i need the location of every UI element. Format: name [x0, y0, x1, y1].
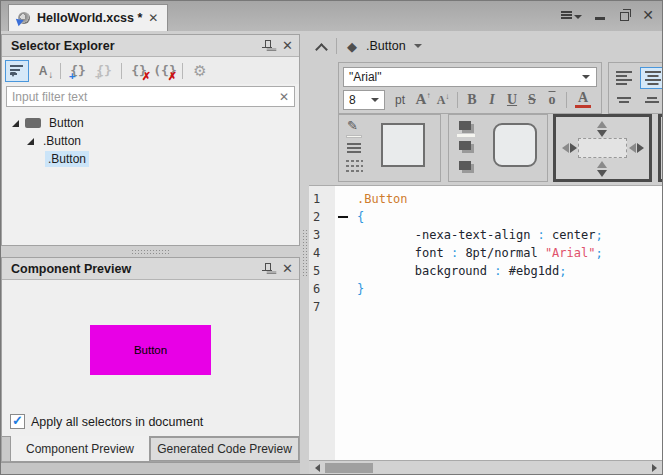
- horizontal-splitter[interactable]: [1, 246, 300, 257]
- increase-font-button[interactable]: A↑: [413, 91, 433, 108]
- overline-button[interactable]: o: [542, 92, 562, 108]
- document-tab[interactable]: HelloWorld.xcss * ✕: [8, 4, 168, 31]
- bold-button[interactable]: B: [462, 92, 482, 108]
- component-preview-header: Component Preview ✕: [2, 258, 299, 280]
- tab-close-icon[interactable]: ✕: [148, 12, 158, 24]
- selector-explorer-toolbar: A↓ {}+ {}+ {}✗ ({}✗ ⚙: [2, 57, 299, 84]
- style-builder-header: ◆ .Button: [309, 34, 662, 58]
- unit-label: pt: [395, 93, 405, 107]
- filter-placeholder: Input filter text: [12, 90, 279, 104]
- strikethrough-button[interactable]: S: [522, 92, 542, 108]
- component-preview-title: Component Preview: [11, 262, 261, 276]
- tab-list-menu-icon[interactable]: [561, 11, 582, 19]
- background-style-group: [448, 114, 548, 182]
- dropdown-caret-icon: [582, 75, 590, 79]
- content-rect: [578, 138, 627, 158]
- bottom-strip: [1, 462, 300, 474]
- fold-collapse-icon[interactable]: [337, 215, 349, 219]
- preview-button[interactable]: Button: [90, 325, 211, 375]
- breadcrumb-dropdown-icon[interactable]: [414, 44, 422, 48]
- code-text[interactable]: .Button { -nexa-text-align : center; fon…: [353, 186, 662, 460]
- margin-padding-group[interactable]: [553, 114, 652, 182]
- dropdown-caret-icon: [371, 98, 379, 102]
- corner-radius-preview-box[interactable]: [493, 123, 537, 167]
- border-preview-box[interactable]: [381, 123, 425, 167]
- settings-gear-icon[interactable]: ⚙: [188, 60, 212, 82]
- panel-close-icon[interactable]: ✕: [282, 39, 293, 52]
- preview-tab-bar: Component Preview Generated Code Preview: [2, 436, 299, 461]
- selector-explorer-title: Selector Explorer: [11, 39, 261, 53]
- size-group[interactable]: [658, 114, 662, 182]
- valign-middle-button[interactable]: [640, 90, 662, 112]
- tab-component-preview[interactable]: Component Preview: [10, 436, 150, 462]
- font-group: "Arial" 8 pt A↑ A↓ B I U: [338, 62, 602, 114]
- align-left-button[interactable]: [612, 67, 638, 89]
- add-child-selector-button[interactable]: {}+: [92, 60, 116, 82]
- horizontal-scrollbar[interactable]: [309, 460, 662, 474]
- component-preview-panel: Component Preview ✕ Button ✓ Apply all s…: [1, 257, 300, 462]
- dashed-style-icon[interactable]: [346, 160, 363, 172]
- valign-top-button[interactable]: [612, 90, 638, 112]
- style-ribbon: "Arial" 8 pt A↑ A↓ B I U: [309, 58, 662, 185]
- delete-all-selectors-button[interactable]: ({}✗: [153, 60, 177, 82]
- text-style-group: ✎: [338, 114, 441, 182]
- expander-icon[interactable]: [27, 138, 34, 145]
- align-center-button[interactable]: [640, 67, 662, 89]
- app-window: HelloWorld.xcss * ✕ ✕ Selector Explorer …: [0, 0, 663, 475]
- close-icon[interactable]: ✕: [642, 9, 654, 21]
- panel-close-icon[interactable]: ✕: [282, 262, 293, 275]
- selector-tree: Button .Button .Button: [2, 110, 299, 245]
- italic-button[interactable]: I: [482, 92, 502, 108]
- checkmark-icon: ✓: [12, 414, 23, 427]
- pin-icon[interactable]: [261, 39, 274, 53]
- scrollbar-thumb[interactable]: [325, 463, 373, 473]
- component-icon: [25, 118, 41, 128]
- layer-zoom-icon[interactable]: [459, 141, 471, 150]
- xcss-file-icon: [15, 11, 31, 25]
- tree-node-dot-button[interactable]: .Button: [2, 132, 299, 150]
- selector-diamond-icon: ◆: [347, 39, 357, 54]
- font-size-combobox[interactable]: 8: [343, 90, 385, 110]
- restore-icon[interactable]: [618, 9, 629, 21]
- pin-icon[interactable]: [261, 262, 274, 276]
- tree-node-button[interactable]: Button: [2, 114, 299, 132]
- pencil-icon[interactable]: ✎: [347, 118, 358, 133]
- add-selector-button[interactable]: {}+: [66, 60, 90, 82]
- layer-icon[interactable]: [459, 161, 471, 170]
- selector-breadcrumb[interactable]: .Button: [366, 39, 406, 53]
- underline-button[interactable]: U: [502, 92, 522, 108]
- font-color-button[interactable]: A: [575, 91, 591, 109]
- code-editor[interactable]: 1 2 3 4 5 6 7 .Button { -nexa-text-align…: [309, 185, 662, 460]
- expander-icon[interactable]: [12, 120, 19, 127]
- tab-generated-code-preview[interactable]: Generated Code Preview: [150, 437, 299, 461]
- decrease-font-button[interactable]: A↓: [433, 92, 453, 108]
- fold-margin[interactable]: [335, 186, 353, 460]
- component-preview-canvas: Button ✓ Apply all selectors in document: [2, 280, 299, 436]
- text-align-group: [608, 62, 662, 114]
- clear-filter-icon[interactable]: ✕: [279, 90, 289, 104]
- sort-document-order-button[interactable]: [5, 60, 29, 82]
- font-family-combobox[interactable]: "Arial": [343, 67, 597, 87]
- sort-alphabetical-button[interactable]: A↓: [31, 60, 55, 82]
- layer-icon[interactable]: [459, 121, 471, 130]
- selector-explorer-panel: Selector Explorer ✕ A↓ {}+ {}+ {}✗ ({}✗ …: [1, 34, 300, 246]
- selector-explorer-header: Selector Explorer ✕: [2, 35, 299, 57]
- vertical-splitter[interactable]: [300, 31, 309, 474]
- scroll-right-icon[interactable]: [646, 461, 662, 475]
- apply-selectors-checkbox-row[interactable]: ✓ Apply all selectors in document: [2, 414, 299, 436]
- collapse-ribbon-icon[interactable]: [316, 43, 326, 49]
- scroll-left-icon[interactable]: [309, 461, 325, 475]
- checkbox[interactable]: ✓: [10, 414, 25, 429]
- document-tab-title: HelloWorld.xcss *: [37, 11, 142, 25]
- line-style-icon[interactable]: [347, 143, 361, 153]
- delete-selector-button[interactable]: {}✗: [127, 60, 151, 82]
- line-number-gutter: 1 2 3 4 5 6 7: [309, 186, 335, 460]
- filter-input[interactable]: Input filter text ✕: [6, 86, 295, 107]
- tree-node-dot-button-selected[interactable]: .Button: [2, 150, 299, 168]
- minimize-icon[interactable]: [595, 10, 605, 20]
- document-tab-strip: HelloWorld.xcss * ✕ ✕: [1, 1, 662, 31]
